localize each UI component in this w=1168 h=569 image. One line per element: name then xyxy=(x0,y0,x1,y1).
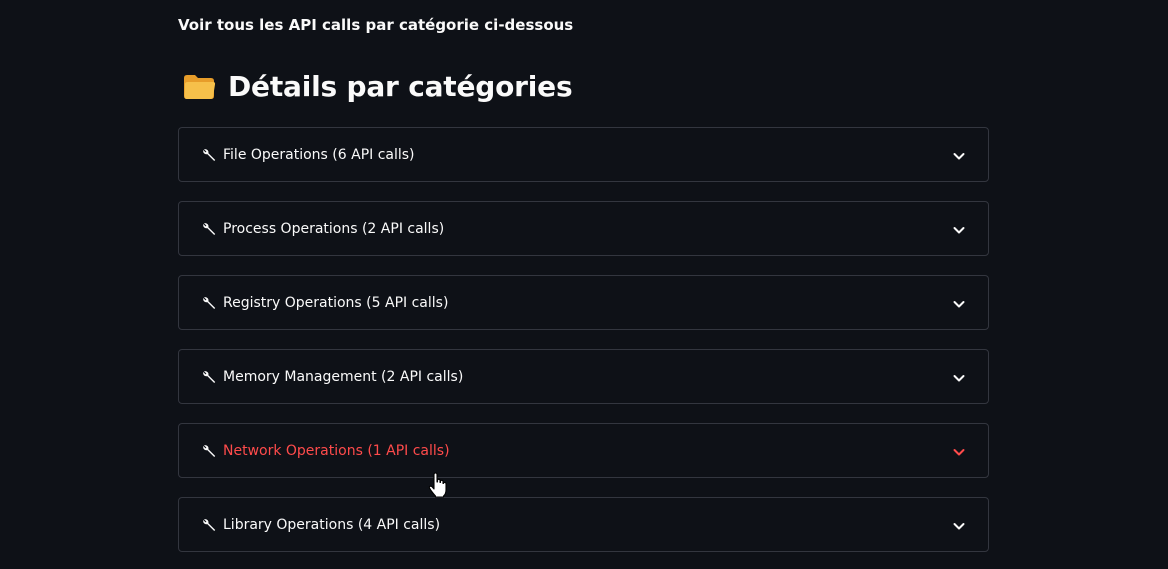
folder-icon xyxy=(182,74,216,100)
section-heading: Détails par catégories xyxy=(182,70,573,103)
expander-network-operations[interactable]: Network Operations (1 API calls) xyxy=(178,423,989,478)
chevron-down-icon[interactable] xyxy=(952,148,966,162)
chevron-down-icon[interactable] xyxy=(952,296,966,310)
expander-registry-operations[interactable]: Registry Operations (5 API calls) xyxy=(178,275,989,330)
wrench-icon xyxy=(201,517,217,533)
wrench-icon xyxy=(201,443,217,459)
chevron-down-icon[interactable] xyxy=(952,518,966,532)
expander-label: Registry Operations (5 API calls) xyxy=(223,294,449,311)
expander-file-operations[interactable]: File Operations (6 API calls) xyxy=(178,127,989,182)
expander-label: Memory Management (2 API calls) xyxy=(223,368,464,385)
expander-list: File Operations (6 API calls) Process Op… xyxy=(178,127,989,569)
expander-label: Library Operations (4 API calls) xyxy=(223,516,441,533)
expander-library-operations[interactable]: Library Operations (4 API calls) xyxy=(178,497,989,552)
wrench-icon xyxy=(201,369,217,385)
chevron-down-icon[interactable] xyxy=(952,370,966,384)
page: Voir tous les API calls par catégorie ci… xyxy=(0,0,1168,569)
expander-process-operations[interactable]: Process Operations (2 API calls) xyxy=(178,201,989,256)
section-title: Détails par catégories xyxy=(228,70,573,103)
chevron-down-icon[interactable] xyxy=(952,444,966,458)
wrench-icon xyxy=(201,221,217,237)
wrench-icon xyxy=(201,147,217,163)
wrench-icon xyxy=(201,295,217,311)
expander-label: Network Operations (1 API calls) xyxy=(223,442,450,459)
hand-pointer-cursor-icon xyxy=(428,472,448,498)
expander-memory-management[interactable]: Memory Management (2 API calls) xyxy=(178,349,989,404)
expander-label: Process Operations (2 API calls) xyxy=(223,220,445,237)
chevron-down-icon[interactable] xyxy=(952,222,966,236)
intro-text: Voir tous les API calls par catégorie ci… xyxy=(178,16,574,34)
expander-label: File Operations (6 API calls) xyxy=(223,146,415,163)
